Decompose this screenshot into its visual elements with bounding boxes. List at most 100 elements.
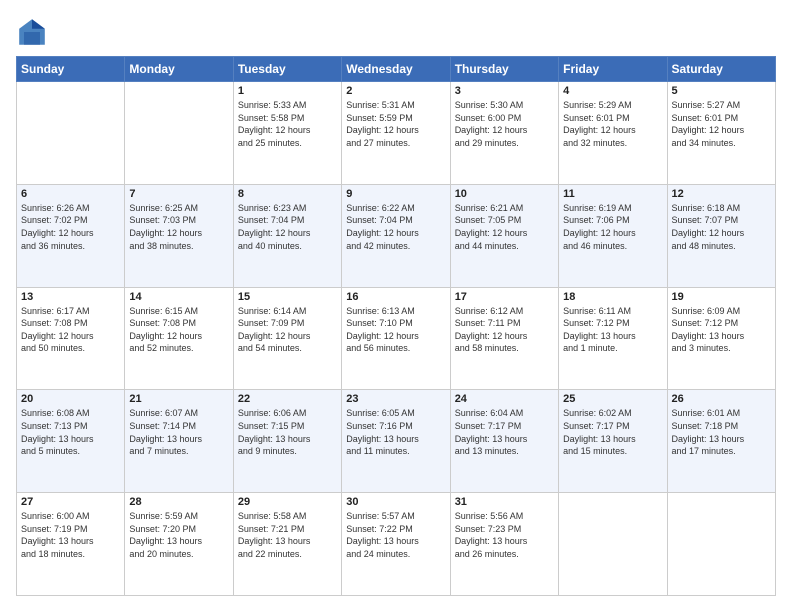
calendar-cell: 1Sunrise: 5:33 AM Sunset: 5:58 PM Daylig… [233,82,341,185]
day-info: Sunrise: 5:27 AM Sunset: 6:01 PM Dayligh… [672,99,771,149]
day-number: 9 [346,188,445,200]
calendar-cell: 23 Sunrise: 6:05 AM Sunset: 7:16 PM Dayli… [342,390,450,493]
day-number: 5 [672,85,771,97]
day-info: Sunrise: 6:01 AM Sunset: 7:18 PM Dayligh… [672,407,771,457]
day-info: Sunrise: 6:02 AM Sunset: 7:17 PM Dayligh… [563,407,662,457]
calendar-cell [667,493,775,596]
weekday-friday: Friday [559,57,667,82]
day-number: 15 [238,291,337,303]
day-info: Sunrise: 6:06 AM Sunset: 7:15 PM Dayligh… [238,407,337,457]
page: SundayMondayTuesdayWednesdayThursdayFrid… [0,0,792,612]
day-number: 14 [129,291,228,303]
day-info: Sunrise: 5:31 AM Sunset: 5:59 PM Dayligh… [346,99,445,149]
calendar-cell: 30 Sunrise: 5:57 AM Sunset: 7:22 PM Dayli… [342,493,450,596]
day-info: Sunrise: 6:19 AM Sunset: 7:06 PM Dayligh… [563,202,662,252]
logo [16,16,52,48]
calendar-cell: 3Sunrise: 5:30 AM Sunset: 6:00 PM Daylig… [450,82,558,185]
weekday-thursday: Thursday [450,57,558,82]
day-info: Sunrise: 5:56 AM Sunset: 7:23 PM Dayligh… [455,510,554,560]
calendar-cell: 16 Sunrise: 6:13 AM Sunset: 7:10 PM Dayli… [342,287,450,390]
day-info: Sunrise: 6:17 AM Sunset: 7:08 PM Dayligh… [21,305,120,355]
day-info: Sunrise: 5:59 AM Sunset: 7:20 PM Dayligh… [129,510,228,560]
day-info: Sunrise: 6:26 AM Sunset: 7:02 PM Dayligh… [21,202,120,252]
calendar-cell: 6 Sunrise: 6:26 AM Sunset: 7:02 PM Daylig… [17,184,125,287]
calendar-cell [125,82,233,185]
calendar-cell: 22 Sunrise: 6:06 AM Sunset: 7:15 PM Dayli… [233,390,341,493]
day-info: Sunrise: 6:22 AM Sunset: 7:04 PM Dayligh… [346,202,445,252]
day-info: Sunrise: 5:57 AM Sunset: 7:22 PM Dayligh… [346,510,445,560]
day-number: 3 [455,85,554,97]
day-info: Sunrise: 6:12 AM Sunset: 7:11 PM Dayligh… [455,305,554,355]
day-number: 18 [563,291,662,303]
day-number: 24 [455,393,554,405]
calendar-cell: 25 Sunrise: 6:02 AM Sunset: 7:17 PM Dayli… [559,390,667,493]
calendar-cell: 28 Sunrise: 5:59 AM Sunset: 7:20 PM Dayli… [125,493,233,596]
day-number: 6 [21,188,120,200]
header [16,16,776,48]
calendar-cell: 21 Sunrise: 6:07 AM Sunset: 7:14 PM Dayli… [125,390,233,493]
week-row-1: 1Sunrise: 5:33 AM Sunset: 5:58 PM Daylig… [17,82,776,185]
calendar-cell: 9 Sunrise: 6:22 AM Sunset: 7:04 PM Daylig… [342,184,450,287]
weekday-tuesday: Tuesday [233,57,341,82]
day-info: Sunrise: 6:25 AM Sunset: 7:03 PM Dayligh… [129,202,228,252]
weekday-monday: Monday [125,57,233,82]
day-number: 20 [21,393,120,405]
day-number: 11 [563,188,662,200]
day-number: 8 [238,188,337,200]
week-row-2: 6 Sunrise: 6:26 AM Sunset: 7:02 PM Daylig… [17,184,776,287]
day-number: 7 [129,188,228,200]
day-info: Sunrise: 6:09 AM Sunset: 7:12 PM Dayligh… [672,305,771,355]
day-info: Sunrise: 5:29 AM Sunset: 6:01 PM Dayligh… [563,99,662,149]
week-row-3: 13 Sunrise: 6:17 AM Sunset: 7:08 PM Dayli… [17,287,776,390]
calendar-cell: 29Sunrise: 5:58 AM Sunset: 7:21 PM Dayli… [233,493,341,596]
calendar-cell: 31 Sunrise: 5:56 AM Sunset: 7:23 PM Dayli… [450,493,558,596]
day-number: 2 [346,85,445,97]
day-info: Sunrise: 6:11 AM Sunset: 7:12 PM Dayligh… [563,305,662,355]
day-info: Sunrise: 6:13 AM Sunset: 7:10 PM Dayligh… [346,305,445,355]
calendar-cell [559,493,667,596]
day-number: 30 [346,496,445,508]
calendar-cell: 2 Sunrise: 5:31 AM Sunset: 5:59 PM Daylig… [342,82,450,185]
day-number: 12 [672,188,771,200]
day-number: 25 [563,393,662,405]
weekday-header-row: SundayMondayTuesdayWednesdayThursdayFrid… [17,57,776,82]
calendar-cell: 20Sunrise: 6:08 AM Sunset: 7:13 PM Dayli… [17,390,125,493]
calendar-cell: 8 Sunrise: 6:23 AM Sunset: 7:04 PM Daylig… [233,184,341,287]
day-number: 31 [455,496,554,508]
day-number: 28 [129,496,228,508]
weekday-wednesday: Wednesday [342,57,450,82]
calendar-cell: 27Sunrise: 6:00 AM Sunset: 7:19 PM Dayli… [17,493,125,596]
day-info: Sunrise: 6:00 AM Sunset: 7:19 PM Dayligh… [21,510,120,560]
day-info: Sunrise: 6:04 AM Sunset: 7:17 PM Dayligh… [455,407,554,457]
calendar-cell: 11 Sunrise: 6:19 AM Sunset: 7:06 PM Dayli… [559,184,667,287]
day-info: Sunrise: 6:07 AM Sunset: 7:14 PM Dayligh… [129,407,228,457]
calendar-cell [17,82,125,185]
calendar-cell: 12 Sunrise: 6:18 AM Sunset: 7:07 PM Dayli… [667,184,775,287]
day-number: 22 [238,393,337,405]
calendar-cell: 26Sunrise: 6:01 AM Sunset: 7:18 PM Dayli… [667,390,775,493]
day-info: Sunrise: 6:18 AM Sunset: 7:07 PM Dayligh… [672,202,771,252]
calendar-cell: 5 Sunrise: 5:27 AM Sunset: 6:01 PM Daylig… [667,82,775,185]
calendar-table: SundayMondayTuesdayWednesdayThursdayFrid… [16,56,776,596]
day-number: 10 [455,188,554,200]
day-info: Sunrise: 6:23 AM Sunset: 7:04 PM Dayligh… [238,202,337,252]
day-number: 19 [672,291,771,303]
day-number: 13 [21,291,120,303]
day-number: 29 [238,496,337,508]
week-row-4: 20Sunrise: 6:08 AM Sunset: 7:13 PM Dayli… [17,390,776,493]
weekday-saturday: Saturday [667,57,775,82]
day-info: Sunrise: 6:05 AM Sunset: 7:16 PM Dayligh… [346,407,445,457]
calendar-cell: 18 Sunrise: 6:11 AM Sunset: 7:12 PM Dayli… [559,287,667,390]
day-info: Sunrise: 5:33 AM Sunset: 5:58 PM Dayligh… [238,99,337,149]
calendar-cell: 4 Sunrise: 5:29 AM Sunset: 6:01 PM Daylig… [559,82,667,185]
calendar-cell: 19 Sunrise: 6:09 AM Sunset: 7:12 PM Dayli… [667,287,775,390]
day-number: 21 [129,393,228,405]
day-number: 23 [346,393,445,405]
day-info: Sunrise: 6:15 AM Sunset: 7:08 PM Dayligh… [129,305,228,355]
calendar-cell: 15 Sunrise: 6:14 AM Sunset: 7:09 PM Dayli… [233,287,341,390]
day-info: Sunrise: 6:14 AM Sunset: 7:09 PM Dayligh… [238,305,337,355]
day-number: 4 [563,85,662,97]
day-number: 16 [346,291,445,303]
calendar-cell: 17Sunrise: 6:12 AM Sunset: 7:11 PM Dayli… [450,287,558,390]
weekday-sunday: Sunday [17,57,125,82]
